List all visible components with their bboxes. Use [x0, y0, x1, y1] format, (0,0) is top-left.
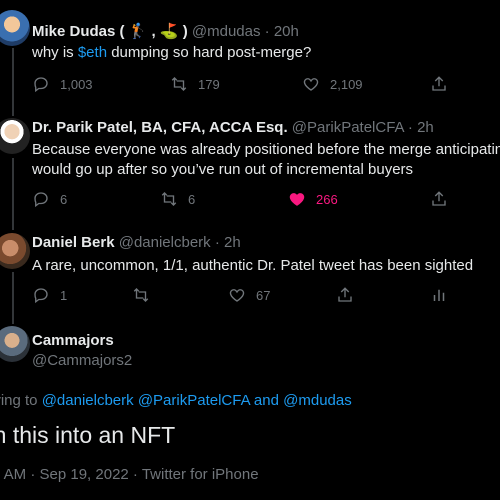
tweet-text: why is $eth dumping so hard post-merge? — [32, 43, 311, 63]
share-button[interactable] — [336, 286, 354, 304]
reply-button[interactable]: 1 — [32, 286, 67, 304]
retweet-button[interactable]: 179 — [170, 75, 220, 93]
tweet-parikpatel[interactable]: Dr. Parik Patel, BA, CFA, ACCA Esq. @Par… — [0, 108, 500, 223]
reply-icon — [34, 288, 48, 304]
analytics-icon — [433, 289, 445, 301]
like-icon — [303, 78, 319, 91]
mention-link[interactable]: @mdudas — [283, 392, 352, 409]
author-name[interactable]: Dr. Parik Patel, BA, CFA, ACCA Esq. — [32, 119, 288, 136]
like-icon — [229, 289, 245, 302]
replying-to: lying to @danielcberk @ParikPatelCFA and… — [0, 392, 352, 409]
retweet-icon — [133, 288, 149, 302]
author-name[interactable]: Mike Dudas — [32, 23, 115, 40]
retweet-count: 179 — [198, 76, 220, 92]
retweet-icon — [171, 77, 187, 91]
tweet-header: Daniel Berk @danielcberk · 2h — [32, 234, 241, 251]
reply-count: 1,003 — [60, 76, 93, 92]
like-count: 2,109 — [330, 76, 363, 92]
avatar[interactable] — [0, 326, 30, 362]
reply-icon — [34, 77, 48, 93]
tweet-text-line: Because everyone was already positioned … — [32, 141, 500, 158]
replying-prefix: lying to — [0, 392, 38, 409]
avatar[interactable] — [0, 118, 30, 154]
like-button[interactable]: 67 — [228, 286, 270, 304]
tweet-text: A rare, uncommon, 1/1, authentic Dr. Pat… — [32, 257, 474, 274]
author-handle[interactable]: @mdudas — [192, 23, 261, 40]
avatar[interactable] — [0, 233, 30, 269]
like-button[interactable]: 2,109 — [302, 75, 363, 93]
author-name[interactable]: Daniel Berk — [32, 234, 115, 251]
tweet-text-part: why is — [32, 44, 78, 61]
author-handle[interactable]: @danielcberk — [119, 234, 211, 251]
tweet-header: Dr. Parik Patel, BA, CFA, ACCA Esq. @Par… — [32, 119, 434, 136]
share-icon — [338, 287, 352, 302]
analytics-button[interactable] — [430, 286, 448, 304]
mention-link[interactable]: @danielcberk — [42, 392, 134, 409]
tweet-mdudas[interactable]: Mike Dudas ( 🏌️ , ⛳ ) @mdudas · 20h why … — [0, 0, 500, 105]
reply-button[interactable]: 6 — [32, 190, 67, 208]
share-icon — [432, 191, 446, 206]
tweet-text-line: would go up after so you’ve run out of i… — [32, 161, 414, 178]
like-button[interactable]: 266 — [288, 190, 338, 208]
tweet-text-part: dumping so hard post-merge? — [107, 44, 312, 61]
author-name[interactable]: Cammajors — [32, 332, 114, 349]
cashtag-link[interactable]: $eth — [78, 44, 107, 61]
tweet-danielberk[interactable]: Daniel Berk @danielcberk · 2h A rare, un… — [0, 226, 500, 321]
retweet-count: 6 — [188, 191, 196, 207]
like-count: 67 — [256, 287, 271, 303]
share-button[interactable] — [430, 75, 448, 93]
tweet-time[interactable]: · 2h — [408, 119, 434, 136]
retweet-button[interactable] — [132, 286, 160, 304]
reply-icon — [34, 192, 48, 208]
share-icon — [432, 76, 446, 91]
replying-and: and — [249, 392, 284, 409]
avatar[interactable] — [0, 10, 30, 46]
tweet-timestamp[interactable]: 2 AM · Sep 19, 2022 · Twitter for iPhone — [0, 466, 259, 483]
tweet-actions: 6 6 266 — [32, 190, 472, 210]
share-button[interactable] — [430, 190, 448, 208]
author-handle[interactable]: @Cammajors2 — [32, 352, 132, 369]
author-handle[interactable]: @ParikPatelCFA — [292, 119, 404, 136]
reply-count: 6 — [60, 191, 68, 207]
focused-tweet-text: rn this into an NFT — [0, 422, 176, 448]
retweet-button[interactable]: 6 — [160, 190, 195, 208]
like-icon — [289, 193, 305, 206]
tweet-time[interactable]: · 2h — [215, 234, 241, 251]
author-emoji: ( 🏌️ , ⛳ ) — [119, 23, 188, 40]
reply-button[interactable]: 1,003 — [32, 75, 93, 93]
tweet-time[interactable]: · 20h — [265, 23, 299, 40]
tweet-header: Mike Dudas ( 🏌️ , ⛳ ) @mdudas · 20h — [32, 22, 299, 40]
retweet-icon — [161, 192, 177, 206]
tweet-actions: 1,003 179 2,109 — [32, 75, 472, 95]
reply-count: 1 — [60, 287, 68, 303]
like-count: 266 — [316, 191, 338, 207]
tweet-actions: 1 67 — [32, 286, 472, 306]
mention-link[interactable]: @ParikPatelCFA — [138, 392, 250, 409]
